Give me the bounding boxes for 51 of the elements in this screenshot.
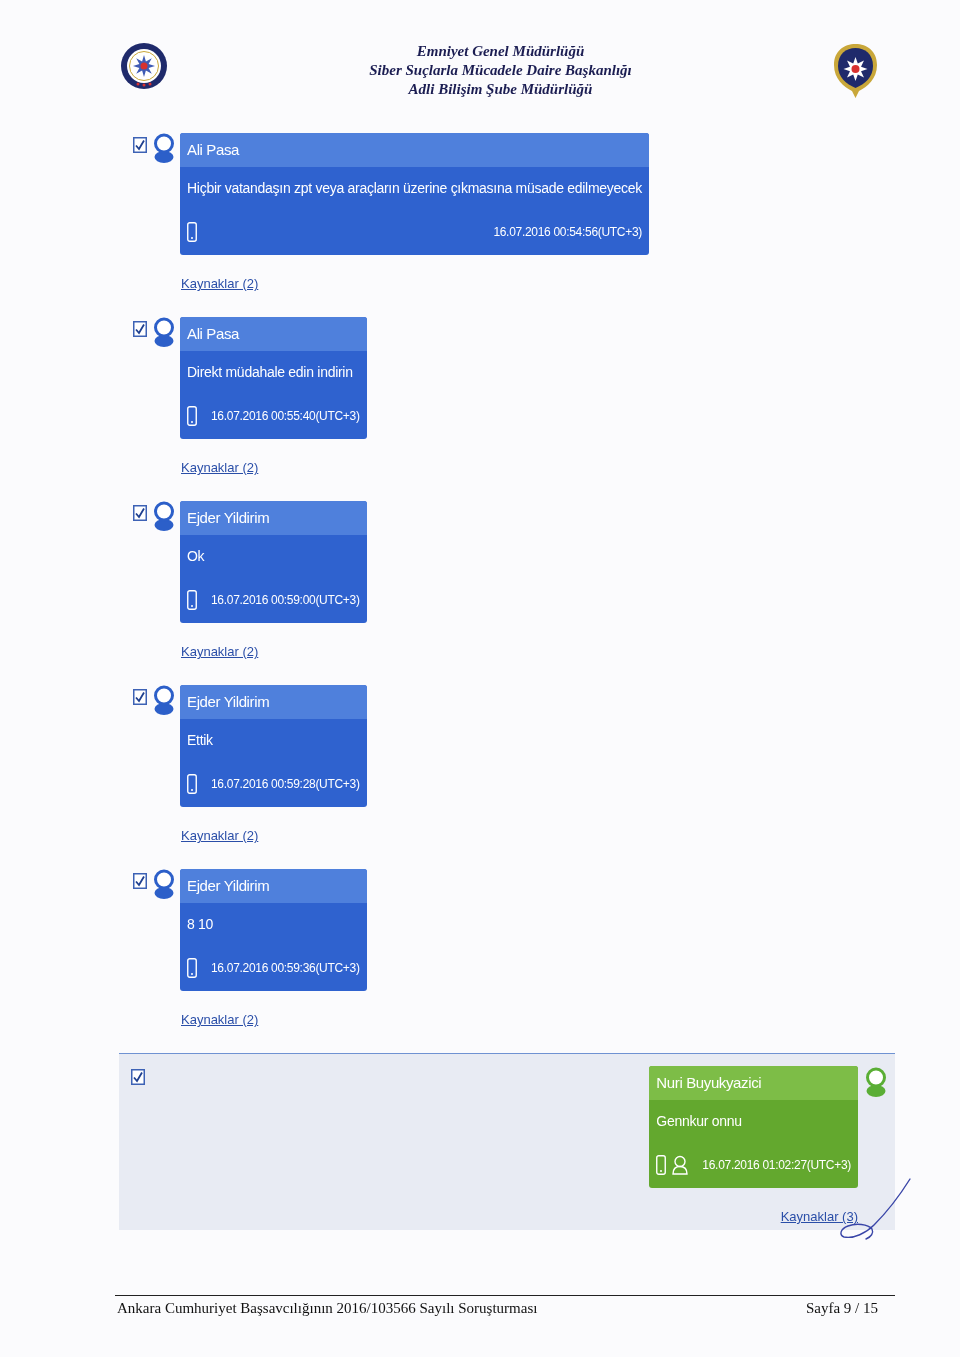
checkbox[interactable] [133, 137, 147, 153]
sender-header: Ejder Yildirim [180, 685, 367, 719]
sender-header: Nuri Buyukyazici [649, 1066, 858, 1100]
phone-icon [656, 1155, 667, 1175]
checkbox[interactable] [133, 689, 147, 705]
sources-link[interactable]: Kaynaklar (3) [780, 1209, 858, 1224]
message-text: Hiçbir vatandaşın zpt veya araçların üzerine çıkmasına müsade edilmeyecek [187, 178, 642, 198]
person-avatar-icon [152, 869, 176, 899]
sender-header: Ejder Yildirim [180, 501, 367, 535]
checkbox[interactable] [133, 321, 147, 337]
sources-link[interactable]: Kaynaklar (2) [181, 828, 259, 843]
shield-badge-icon [833, 43, 878, 99]
person-avatar-icon [864, 1067, 888, 1097]
person-avatar-icon [152, 133, 176, 163]
sources-link[interactable]: Kaynaklar (2) [181, 1012, 259, 1027]
page-number: Sayfa 9 / 15 [805, 1298, 878, 1318]
person-avatar-icon [152, 501, 176, 531]
message-text: Direkt müdahale edin indirin [187, 362, 353, 382]
message-text: 8 10 [187, 914, 214, 934]
message-text: Gennkur onnu [656, 1111, 742, 1131]
header-title-line: Siber Suçlarla Mücadele Daire Başkanlığı [369, 61, 632, 80]
message-text: Ettik [187, 730, 213, 750]
message-timestamp: 16.07.2016 00:59:00(UTC+3) [211, 592, 360, 609]
sender-header: Ali Pasa [180, 133, 649, 167]
message-text: Ok [187, 546, 205, 566]
phone-icon [187, 958, 197, 978]
person-outline-icon [672, 1155, 689, 1175]
header-title-line: Emniyet Genel Müdürlüğü [416, 42, 585, 61]
case-reference-text: Ankara Cumhuriyet Başsavcılığının 2016/103566 Sayılı Soruşturması [117, 1298, 538, 1318]
checkbox[interactable] [133, 505, 147, 521]
message-timestamp: 16.07.2016 00:59:36(UTC+3) [211, 960, 360, 977]
message-timestamp: 16.07.2016 00:59:28(UTC+3) [211, 776, 360, 793]
sender-header: Ali Pasa [180, 317, 367, 351]
checkbox[interactable] [133, 873, 147, 889]
sources-link[interactable]: Kaynaklar (2) [181, 644, 259, 659]
round-emblem-icon [120, 42, 168, 90]
phone-icon [187, 222, 197, 242]
checkbox[interactable] [131, 1069, 145, 1085]
sources-link[interactable]: Kaynaklar (2) [181, 460, 259, 475]
selected-row-background[interactable]: Nuri Buyukyazici Gennkur onnu 16.07.2016 01:02:27(UTC+3) Kaynaklar (3) [119, 1053, 895, 1230]
message-timestamp: 16.07.2016 00:55:40(UTC+3) [211, 408, 360, 425]
person-avatar-icon [152, 317, 176, 347]
sources-link[interactable]: Kaynaklar (2) [181, 276, 259, 291]
header-title-line: Adli Bilişim Şube Müdürlüğü [408, 80, 593, 99]
phone-icon [187, 590, 197, 610]
person-avatar-icon [152, 685, 176, 715]
message-timestamp: 16.07.2016 00:54:56(UTC+3) [493, 224, 642, 241]
phone-icon [187, 774, 197, 794]
sender-header: Ejder Yildirim [180, 869, 367, 903]
message-timestamp: 16.07.2016 01:02:27(UTC+3) [702, 1157, 851, 1174]
phone-icon [187, 406, 197, 426]
